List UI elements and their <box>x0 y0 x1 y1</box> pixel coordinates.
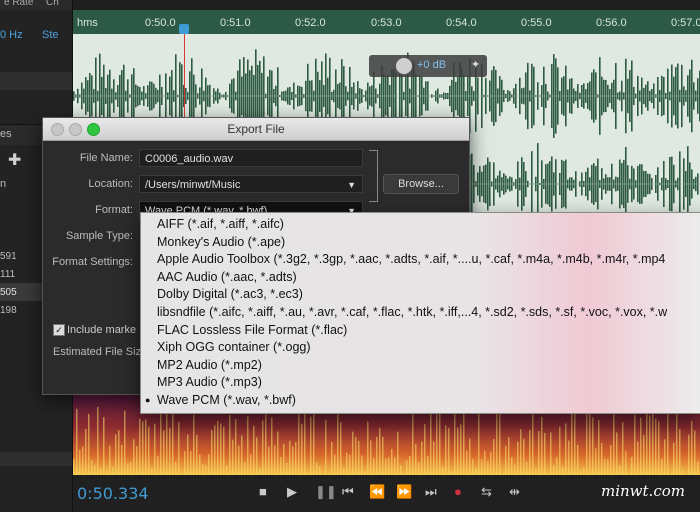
format-option-label: Wave PCM (*.wav, *.bwf) <box>157 393 296 407</box>
panel-footer-bar <box>0 452 72 466</box>
format-option[interactable]: MP3 Audio (*.mp3) <box>141 374 700 392</box>
record-button[interactable]: ● <box>454 484 462 499</box>
format-option[interactable]: FLAC Lossless File Format (*.flac) <box>141 322 700 340</box>
include-markers-label: Include marke <box>67 324 137 336</box>
rewind-button[interactable]: ⏪ <box>369 484 385 500</box>
pin-icon[interactable]: ✦ <box>471 58 480 71</box>
file-name-input[interactable]: C0006_audio.wav <box>139 149 363 167</box>
ruler-tick-label: 0:56.0 <box>596 17 627 29</box>
ruler-tick-label: 0:57.0 <box>671 17 700 29</box>
volume-db-value: +0 dB <box>417 59 447 71</box>
browse-button[interactable]: Browse... <box>383 174 459 194</box>
header-fragment-ch: Ch <box>46 0 59 8</box>
format-option[interactable]: Xiph OGG container (*.ogg) <box>141 339 700 357</box>
format-label: Format: <box>95 204 133 216</box>
location-label: Location: <box>88 178 133 190</box>
file-name-label: File Name: <box>79 152 133 164</box>
channels-value: Ste <box>42 29 59 41</box>
list-row-letter: n <box>0 178 7 190</box>
list-item-2[interactable]: 111 <box>0 269 15 280</box>
ruler-tick-label: 0:51.0 <box>220 17 251 29</box>
format-option[interactable]: AIFF (*.aif, *.aiff, *.aifc) <box>141 216 700 234</box>
format-option[interactable]: libsndfile (*.aifc, *.aiff, *.au, *.avr,… <box>141 304 700 322</box>
sample-rate-value: 0 Hz <box>0 29 23 41</box>
pause-button[interactable]: ❚❚ <box>315 484 337 500</box>
list-item-1[interactable]: 591 <box>0 251 17 262</box>
location-select[interactable]: /Users/minwt/Music ▼ <box>139 175 363 193</box>
ruler-tick-label: 0:50.0 <box>145 17 176 29</box>
format-option-label: AIFF (*.aif, *.aiff, *.aifc) <box>157 217 284 231</box>
format-option-label: Apple Audio Toolbox (*.3g2, *.3gp, *.aac… <box>157 252 666 267</box>
format-option-label: MP3 Audio (*.mp3) <box>157 375 262 390</box>
dialog-title: Export File <box>227 122 285 136</box>
ruler-tick-label: 0:55.0 <box>521 17 552 29</box>
loop-button[interactable]: ⇆ <box>481 484 492 500</box>
volume-hud[interactable]: +0 dB ✦ <box>369 55 487 77</box>
format-option-label: Monkey's Audio (*.ape) <box>157 234 286 249</box>
format-settings-label: Format Settings: <box>52 256 133 268</box>
list-item-3[interactable]: 505 <box>0 287 17 298</box>
include-markers-checkbox[interactable]: ✓ <box>53 324 65 336</box>
ruler-tick-label: 0:54.0 <box>446 17 477 29</box>
chevron-down-icon: ▼ <box>347 180 356 190</box>
header-fragment-rate: e Rate <box>4 0 34 8</box>
format-option-label: FLAC Lossless File Format (*.flac) <box>157 322 348 337</box>
format-option[interactable]: Monkey's Audio (*.ape) <box>141 234 700 252</box>
dialog-titlebar[interactable]: Export File <box>43 118 469 141</box>
ruler-tick-label: 0:53.0 <box>371 17 402 29</box>
ruler-tick-label: 0:52.0 <box>295 17 326 29</box>
ruler-units-label: hms <box>77 17 98 29</box>
format-option[interactable]: MP2 Audio (*.mp2) <box>141 357 700 375</box>
add-icon[interactable]: ✚ <box>8 150 21 170</box>
file-row-2[interactable] <box>0 72 72 90</box>
format-option[interactable]: AAC Audio (*.aac, *.adts) <box>141 269 700 287</box>
panel-tab-fragment[interactable]: es <box>0 128 12 140</box>
file-row-1[interactable]: 0 Hz Ste <box>0 26 72 44</box>
format-option-label: AAC Audio (*.aac, *.adts) <box>157 269 297 284</box>
go-to-end-button[interactable]: ⏭ <box>425 484 437 500</box>
fast-forward-button[interactable]: ⏩ <box>396 484 412 500</box>
format-option-label: MP2 Audio (*.mp2) <box>157 357 262 372</box>
format-option-label: Dolby Digital (*.ac3, *.ec3) <box>157 287 303 302</box>
format-option[interactable]: Apple Audio Toolbox (*.3g2, *.3gp, *.aac… <box>141 251 700 269</box>
current-time-display: 0:50.334 <box>77 484 149 503</box>
stop-button[interactable]: ■ <box>259 484 267 499</box>
list-item-4[interactable]: 198 <box>0 305 17 316</box>
estimated-size-label: Estimated File Siz <box>53 346 142 358</box>
link-bracket <box>369 150 378 202</box>
skip-selection-button[interactable]: ⇹ <box>509 484 520 500</box>
format-option-selected[interactable]: ● Wave PCM (*.wav, *.bwf) <box>141 392 700 410</box>
format-dropdown-menu: AIFF (*.aif, *.aiff, *.aifc) Monkey's Au… <box>140 212 700 414</box>
selected-bullet-icon: ● <box>145 395 151 405</box>
format-option-label: libsndfile (*.aifc, *.aiff, *.au, *.avr,… <box>157 305 668 319</box>
location-value: /Users/minwt/Music <box>145 179 241 191</box>
play-button[interactable]: ▶ <box>287 484 297 500</box>
volume-knob-icon[interactable] <box>395 57 413 75</box>
watermark: minwt.com <box>601 482 685 500</box>
format-option-label: Xiph OGG container (*.ogg) <box>157 340 311 355</box>
sample-type-label: Sample Type: <box>65 230 133 242</box>
panel-header: e Rate Ch <box>0 0 72 10</box>
playhead-marker[interactable] <box>179 24 189 34</box>
format-option[interactable]: Dolby Digital (*.ac3, *.ec3) <box>141 286 700 304</box>
go-to-start-button[interactable]: ⏮ <box>342 484 354 500</box>
